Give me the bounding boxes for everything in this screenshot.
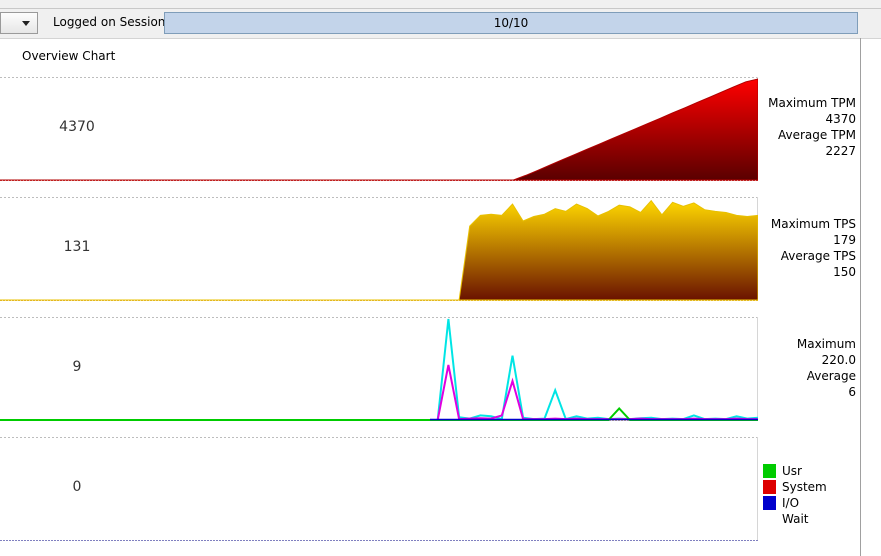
io-avg-label: Average <box>806 369 856 383</box>
io-stats: Maximum 220.0 Average 6 <box>760 336 856 400</box>
tps-panel: 131 <box>0 197 758 301</box>
usr-color-swatch <box>763 464 776 478</box>
legend-label-system: System <box>782 480 827 494</box>
scrollbar-edge[interactable] <box>860 38 861 556</box>
legend-label-usr: Usr <box>782 464 802 478</box>
io-max-value: 220.0 <box>821 353 856 367</box>
io-avg-value: 6 <box>848 385 856 399</box>
io-max-label: Maximum <box>796 337 856 351</box>
tps-avg-label: Average TPS <box>780 249 856 263</box>
tpm-stats: Maximum TPM 4370 Average TPM 2227 <box>760 95 856 159</box>
cpu-current-value: 0 <box>72 479 82 495</box>
io-panel: 9 <box>0 317 758 421</box>
tpm-avg-value: 2227 <box>825 144 856 158</box>
tps-max-value: 179 <box>833 233 856 247</box>
cpu-panel: 0 <box>0 437 758 541</box>
tps-max-label: Maximum TPS <box>770 217 856 231</box>
legend-label-io-wait: I/O Wait <box>782 496 809 526</box>
tpm-avg-label: Average TPM <box>777 128 856 142</box>
tpm-panel: 4370 <box>0 77 758 181</box>
tps-current-value: 131 <box>63 239 91 255</box>
view-dropdown[interactable] <box>0 12 38 34</box>
overview-chart-title: Overview Chart <box>22 49 116 63</box>
tpm-max-value: 4370 <box>825 112 856 126</box>
chevron-down-icon <box>22 21 30 26</box>
tpm-current-value: 4370 <box>59 119 95 135</box>
toolbar-divider <box>0 8 881 9</box>
io-current-value: 9 <box>72 359 82 375</box>
sessions-value: 10/10 <box>493 16 529 30</box>
sessions-progress-bar: 10/10 <box>164 12 858 34</box>
sessions-label: Logged on Sessions <box>53 15 172 29</box>
tpm-max-label: Maximum TPM <box>768 96 856 110</box>
system-color-swatch <box>763 480 776 494</box>
toolbar: Logged on Sessions 10/10 <box>0 0 881 39</box>
tps-avg-value: 150 <box>833 265 856 279</box>
tps-stats: Maximum TPS 179 Average TPS 150 <box>760 216 856 280</box>
io-wait-color-swatch <box>763 496 776 510</box>
